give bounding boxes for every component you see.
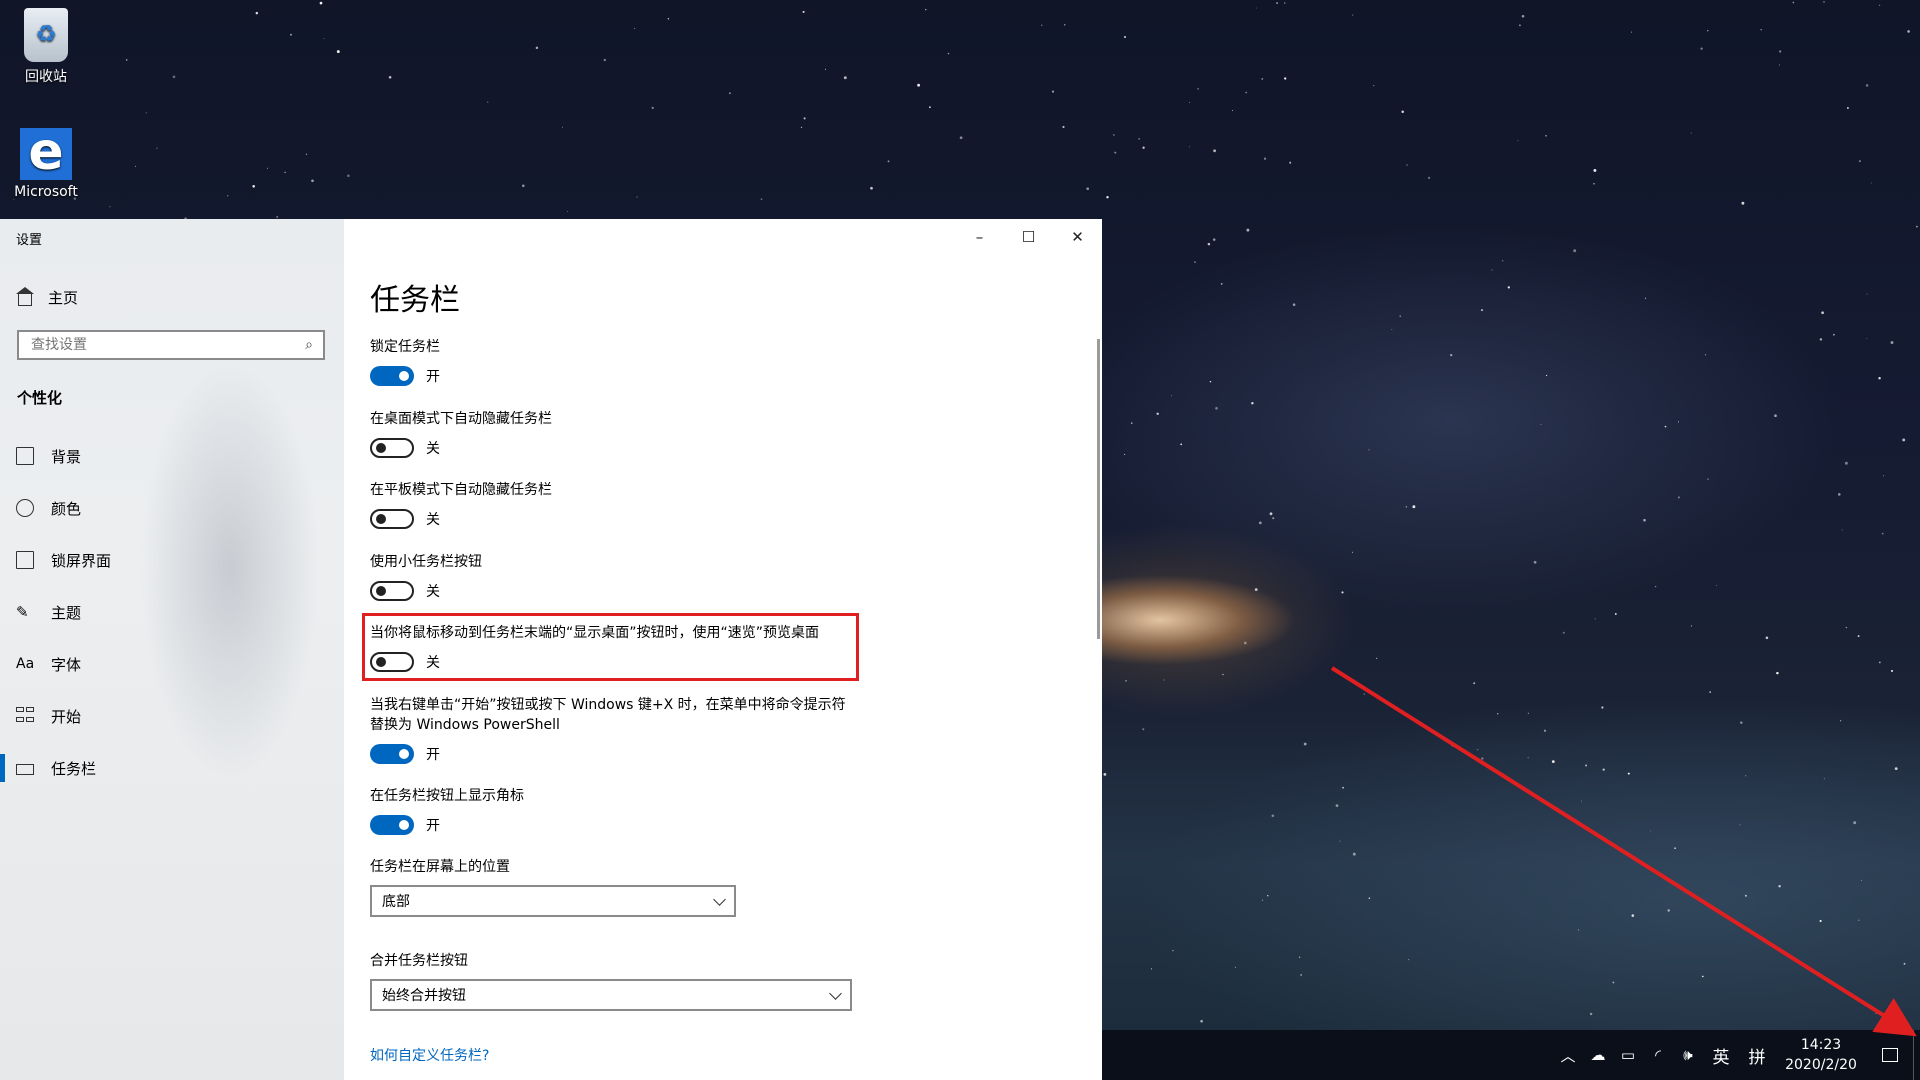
annotation-arrow [1330,666,1917,1037]
annotation-arrow-line [1330,666,1917,1037]
